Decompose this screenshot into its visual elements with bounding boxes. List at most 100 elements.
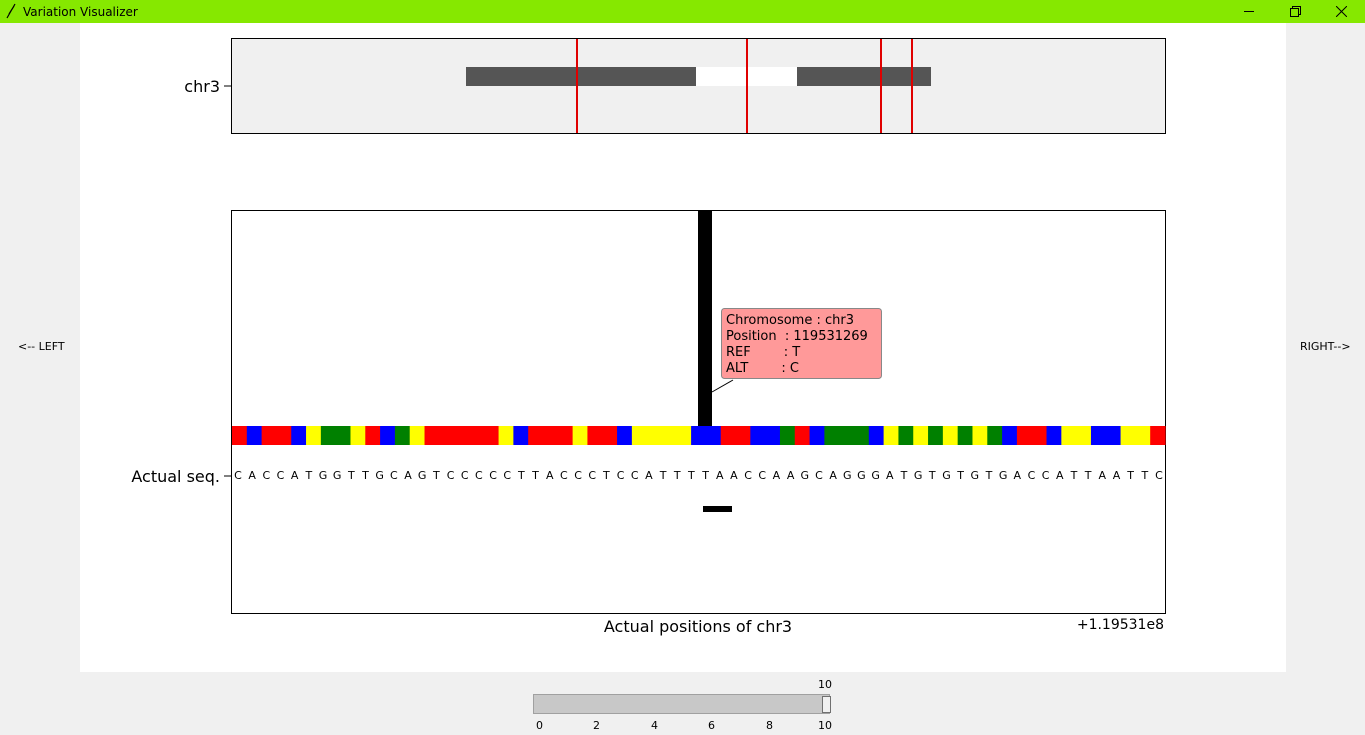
sequence-base: C xyxy=(617,469,625,482)
base-block xyxy=(809,426,825,445)
base-block xyxy=(557,426,574,445)
sequence-base: T xyxy=(602,469,610,482)
base-block xyxy=(883,426,900,445)
sequence-base: C xyxy=(588,469,596,482)
base-block xyxy=(1016,426,1033,445)
base-block xyxy=(232,426,248,445)
base-block xyxy=(720,426,737,445)
slider-tick-label: 6 xyxy=(708,719,715,732)
feather-icon xyxy=(6,3,16,19)
close-button[interactable] xyxy=(1319,0,1365,23)
base-block xyxy=(454,426,470,445)
sequence-base: T xyxy=(361,469,369,482)
actual-seq-label: Actual seq. xyxy=(131,467,220,486)
slider-tick-label: 4 xyxy=(651,719,658,732)
sequence-base: T xyxy=(701,469,709,482)
left-button[interactable]: <-- LEFT xyxy=(18,340,65,353)
sequence-base: T xyxy=(928,469,936,482)
sequence-base: A xyxy=(1056,469,1064,482)
base-block xyxy=(320,426,337,445)
base-block xyxy=(898,426,914,445)
detail-panel: Actual seq. CACCATGGTTGCAGTCCCCCTTACCCTC… xyxy=(131,210,1166,636)
base-block xyxy=(1105,426,1122,445)
sequence-base: G xyxy=(375,469,384,482)
base-block xyxy=(365,426,381,445)
sequence-base: C xyxy=(234,469,242,482)
base-block xyxy=(913,426,929,445)
base-block xyxy=(868,426,885,445)
sequence-base: C xyxy=(447,469,455,482)
sequence-base: T xyxy=(531,469,539,482)
base-block xyxy=(1002,426,1018,445)
sequence-base: C xyxy=(503,469,511,482)
right-button[interactable]: RIGHT--> xyxy=(1300,340,1351,353)
base-block xyxy=(957,426,974,445)
variant-tooltip: Chromosome : chr3 Position : 119531269 R… xyxy=(721,308,882,379)
sequence-base: G xyxy=(801,469,810,482)
base-block xyxy=(676,426,692,445)
base-block xyxy=(839,426,855,445)
base-block xyxy=(1150,426,1166,445)
restore-icon xyxy=(1290,6,1301,17)
base-block xyxy=(987,426,1003,445)
sequence-base: A xyxy=(546,469,554,482)
sequence-base: C xyxy=(1042,469,1050,482)
base-block xyxy=(646,426,663,445)
plot-canvas: chr3 Actual seq. CACCATGGTTGCAGTCCCCCTTA… xyxy=(80,23,1286,672)
sequence-base: A xyxy=(787,469,795,482)
base-block xyxy=(1120,426,1136,445)
base-block xyxy=(380,426,396,445)
sequence-base: A xyxy=(291,469,299,482)
sequence-base: C xyxy=(744,469,752,482)
base-block xyxy=(246,426,263,445)
base-block xyxy=(765,426,781,445)
chromosome-label: chr3 xyxy=(184,77,220,96)
sequence-base: A xyxy=(404,469,412,482)
sequence-base: T xyxy=(432,469,440,482)
tooltip-line-alt: ALT : C xyxy=(726,361,799,376)
sequence-base: G xyxy=(333,469,342,482)
sequence-base: T xyxy=(1070,469,1078,482)
sequence-base: A xyxy=(1113,469,1121,482)
minimize-button[interactable] xyxy=(1227,0,1273,23)
base-block xyxy=(750,426,766,445)
sequence-base: A xyxy=(248,469,256,482)
sequence-base: A xyxy=(1099,469,1107,482)
base-block xyxy=(424,426,440,445)
sequence-base: T xyxy=(304,469,312,482)
restore-button[interactable] xyxy=(1273,0,1319,23)
slider-value: 10 xyxy=(818,678,832,691)
sequence-base: C xyxy=(475,469,483,482)
base-block xyxy=(261,426,278,445)
base-block xyxy=(691,426,707,445)
sequence-base: C xyxy=(461,469,469,482)
base-block xyxy=(735,426,751,445)
sequence-base: C xyxy=(815,469,823,482)
slider-trough[interactable] xyxy=(533,694,830,714)
slider-tick-label: 2 xyxy=(593,719,600,732)
sequence-base: T xyxy=(347,469,355,482)
sequence-base: G xyxy=(999,469,1008,482)
base-block xyxy=(587,426,603,445)
base-block xyxy=(928,426,944,445)
zoom-slider[interactable]: 10 0 2 4 6 8 10 xyxy=(533,676,833,735)
base-block xyxy=(661,426,677,445)
sequence-base: C xyxy=(560,469,568,482)
sequence-base: T xyxy=(659,469,667,482)
sequence-base: A xyxy=(773,469,781,482)
base-block xyxy=(483,426,500,445)
base-block xyxy=(291,426,307,445)
ideogram-segment-1 xyxy=(466,67,696,86)
tooltip-line-chromosome: Chromosome : chr3 xyxy=(726,313,854,328)
sequence-base: T xyxy=(517,469,525,482)
sequence-base: A xyxy=(829,469,837,482)
base-block xyxy=(439,426,455,445)
sequence-base: G xyxy=(418,469,427,482)
variant-marker xyxy=(698,211,712,426)
sequence-base: A xyxy=(730,469,738,482)
base-block xyxy=(513,426,529,445)
slider-tick-label: 10 xyxy=(818,719,832,732)
slider-handle[interactable] xyxy=(822,696,831,713)
base-block xyxy=(528,426,544,445)
base-block xyxy=(409,426,426,445)
